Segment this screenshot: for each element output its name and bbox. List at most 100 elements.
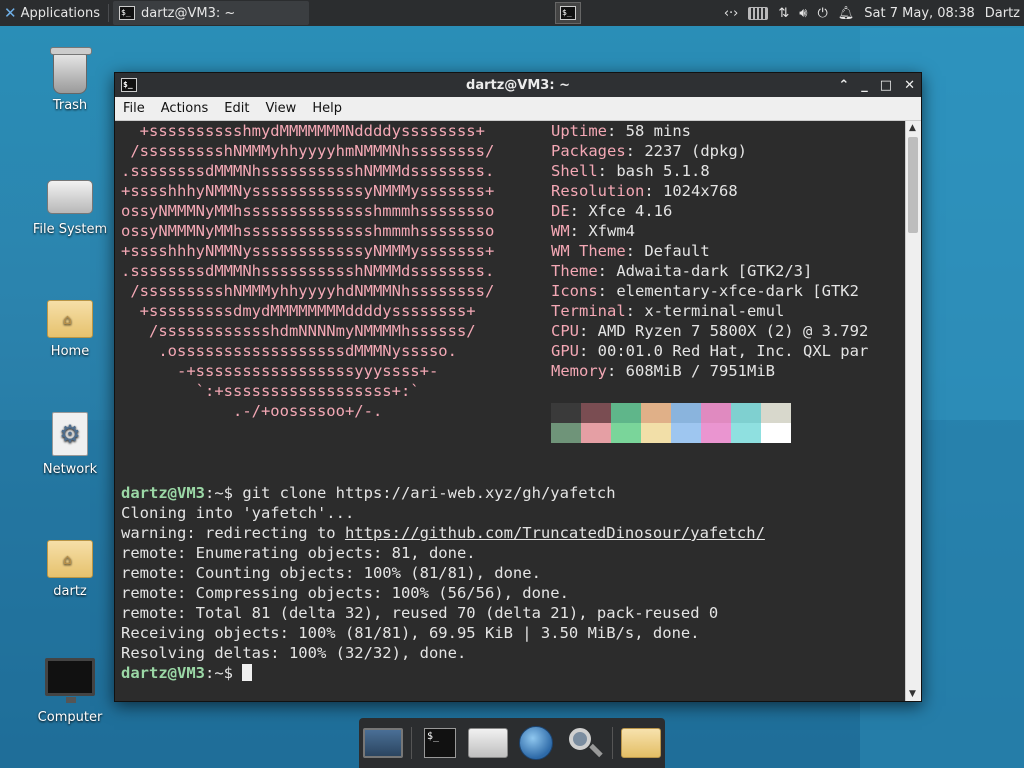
desktop-icon-label: Computer	[37, 710, 103, 725]
close-icon[interactable]: ✕	[904, 78, 915, 93]
logo-line: ossyNMMMNyMMhsssssssssssssshmmmhssssssso	[121, 202, 495, 220]
color-swatch	[641, 423, 671, 443]
color-swatch	[731, 423, 761, 443]
logo-line: .ossssssssssssssssssdMMMNysssso.	[121, 342, 457, 360]
taskbar-item-label: dartz@VM3: ~	[141, 5, 236, 21]
output-line: remote: Compressing objects: 100% (56/56…	[121, 584, 569, 602]
terminal-icon: $_	[423, 728, 456, 758]
terminal-icon: $_	[560, 6, 576, 20]
scrollbar-thumb[interactable]	[908, 137, 918, 233]
dock-folder[interactable]	[620, 723, 661, 763]
output-line: remote: Counting objects: 100% (81/81), …	[121, 564, 541, 582]
terminal-icon[interactable]: $_	[121, 78, 137, 92]
logo-line: +sssssssssdmydMMMMMMMMddddyssssssss+	[121, 302, 476, 320]
menu-help[interactable]: Help	[312, 101, 342, 116]
desktop-icon-label: File System	[32, 222, 108, 237]
keyboard-icon[interactable]	[748, 6, 769, 20]
dock-search[interactable]	[564, 723, 604, 763]
scroll-down-icon[interactable]: ▼	[909, 689, 916, 699]
redirect-link[interactable]: https://github.com/TruncatedDinosour/yaf…	[345, 524, 765, 542]
logo-line: .ssssssssdMMMNhsssssssssshNMMMdssssssss.	[121, 262, 495, 280]
home-folder-icon: ⌂	[47, 300, 93, 338]
color-swatch	[671, 403, 701, 423]
user-menu[interactable]: Dartz	[985, 6, 1020, 21]
logo-line: .-/+oossssoo+/-.	[121, 402, 383, 420]
trash-icon	[50, 47, 92, 94]
color-swatch	[611, 403, 641, 423]
drive-icon	[47, 180, 93, 214]
workspace-switcher[interactable]: $_	[555, 2, 581, 24]
network-arrows-icon[interactable]: ‹·›	[724, 6, 739, 21]
output-line: warning: redirecting to https://github.c…	[121, 524, 765, 542]
info-terminal: Terminal: x-terminal-emul	[551, 302, 785, 320]
dock-file-manager[interactable]	[467, 723, 508, 763]
info-cpu: CPU: AMD Ryzen 7 5800X (2) @ 3.792	[551, 322, 869, 340]
menu-view[interactable]: View	[265, 101, 296, 116]
command-line: dartz@VM3:~$ git clone https://ari-web.x…	[121, 484, 616, 502]
terminal-window: $_ dartz@VM3: ~ ⌃ _ □ ✕ File Actions Edi…	[114, 72, 922, 702]
panel-separator	[108, 4, 109, 22]
power-icon[interactable]: ⏻	[817, 6, 827, 21]
logo-line: +sssshhhyNMMNyssssssssssssyNMMMysssssss+	[121, 242, 495, 260]
shade-icon[interactable]: ⌃	[838, 78, 849, 93]
desktop-icon-dartz[interactable]: ⌂ dartz	[20, 532, 120, 599]
prompt-line[interactable]: dartz@VM3:~$	[121, 663, 253, 683]
desktop-icon-label: dartz	[53, 584, 87, 599]
terminal-scrollbar[interactable]: ▲ ▼	[905, 121, 921, 701]
taskbar-item-terminal[interactable]: $_ dartz@VM3: ~	[113, 1, 309, 25]
color-swatch	[611, 423, 641, 443]
desktop-icon-trash[interactable]: Trash	[20, 47, 120, 113]
color-swatch	[671, 423, 701, 443]
xfce-logo-icon: ✕	[4, 4, 17, 22]
desktop-icon-home[interactable]: ⌂ Home	[20, 292, 120, 359]
menu-edit[interactable]: Edit	[224, 101, 249, 116]
info-theme: Theme: Adwaita-dark [GTK2/3]	[551, 262, 813, 280]
info-icons: Icons: elementary-xfce-dark [GTK2	[551, 282, 859, 300]
dock-separator	[612, 727, 613, 759]
monitor-icon	[45, 658, 95, 703]
info-resolution: Resolution: 1024x768	[551, 182, 738, 200]
color-swatch	[551, 403, 581, 423]
terminal-output[interactable]: +sssssssssshmydMMMMMMMNddddyssssssss+ /s…	[115, 121, 905, 701]
logo-line: .ssssssssdMMMNhsssssssssshNMMMdssssssss.	[121, 162, 495, 180]
logo-line: +sssssssssshmydMMMMMMMNddddyssssssss+	[121, 122, 485, 140]
info-memory: Memory: 608MiB / 7951MiB	[551, 362, 775, 380]
web-browser-icon	[519, 726, 554, 760]
logo-line: /ssssssssshNMMMyhhyyyyhdNMMMNhssssssss/	[121, 282, 495, 300]
window-titlebar[interactable]: $_ dartz@VM3: ~ ⌃ _ □ ✕	[115, 73, 921, 97]
logo-line: +sssshhhyNMMNyssssssssssssyNMMMysssssss+	[121, 182, 495, 200]
file-manager-icon	[467, 728, 508, 758]
color-swatch	[731, 403, 761, 423]
dock-terminal[interactable]: $_	[420, 723, 460, 763]
color-swatch	[701, 403, 731, 423]
color-swatch	[761, 423, 791, 443]
maximize-icon[interactable]: □	[880, 78, 892, 93]
menu-actions[interactable]: Actions	[161, 101, 209, 116]
logo-line: `:+ssssssssssssssssss+:`	[121, 382, 420, 400]
applications-menu[interactable]: ✕ Applications	[0, 0, 104, 26]
color-swatch	[701, 423, 731, 443]
color-swatch	[641, 403, 671, 423]
logo-line: /sssssssssssshdmNNNNmyNMMMMhssssss/	[121, 322, 476, 340]
desktop-icon-label: Network	[42, 462, 98, 477]
desktop-icon-file-system[interactable]: File System	[20, 172, 120, 237]
network-transfer-icon[interactable]: ⇅	[778, 6, 789, 21]
desktop-icon-network[interactable]: ⚙ Network	[20, 412, 120, 477]
minimize-icon[interactable]: _	[861, 78, 868, 93]
window-title: dartz@VM3: ~	[466, 77, 570, 93]
menu-file[interactable]: File	[123, 101, 145, 116]
scroll-up-icon[interactable]: ▲	[909, 123, 916, 133]
dock-web-browser[interactable]	[516, 723, 556, 763]
info-packages: Packages: 2237 (dpkg)	[551, 142, 747, 160]
folder-icon	[620, 728, 661, 758]
desktop-icon-computer[interactable]: Computer	[20, 652, 120, 725]
info-gpu: GPU: 00:01.0 Red Hat, Inc. QXL par	[551, 342, 869, 360]
color-swatch	[581, 423, 611, 443]
dock-workspace[interactable]	[363, 723, 404, 763]
notification-bell-icon[interactable]: 🔔︎	[838, 6, 855, 21]
clock[interactable]: Sat 7 May, 08:38	[864, 6, 974, 21]
info-shell: Shell: bash 5.1.8	[551, 162, 710, 180]
volume-icon[interactable]: 🔊︎	[799, 6, 807, 21]
command-text: git clone https://ari-web.xyz/gh/yafetch	[242, 484, 616, 502]
logo-line: /ssssssssshNMMMyhhyyyyhmNMMMNhssssssss/	[121, 142, 495, 160]
